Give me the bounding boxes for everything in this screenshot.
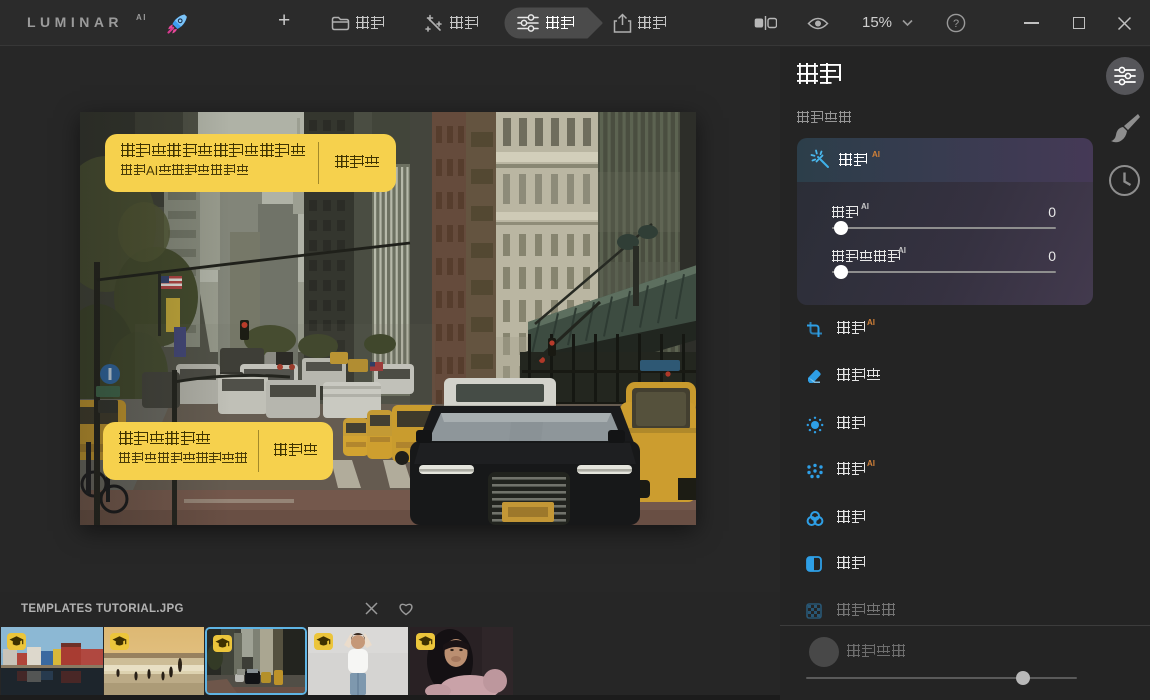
svg-text:?: ? <box>953 18 959 30</box>
